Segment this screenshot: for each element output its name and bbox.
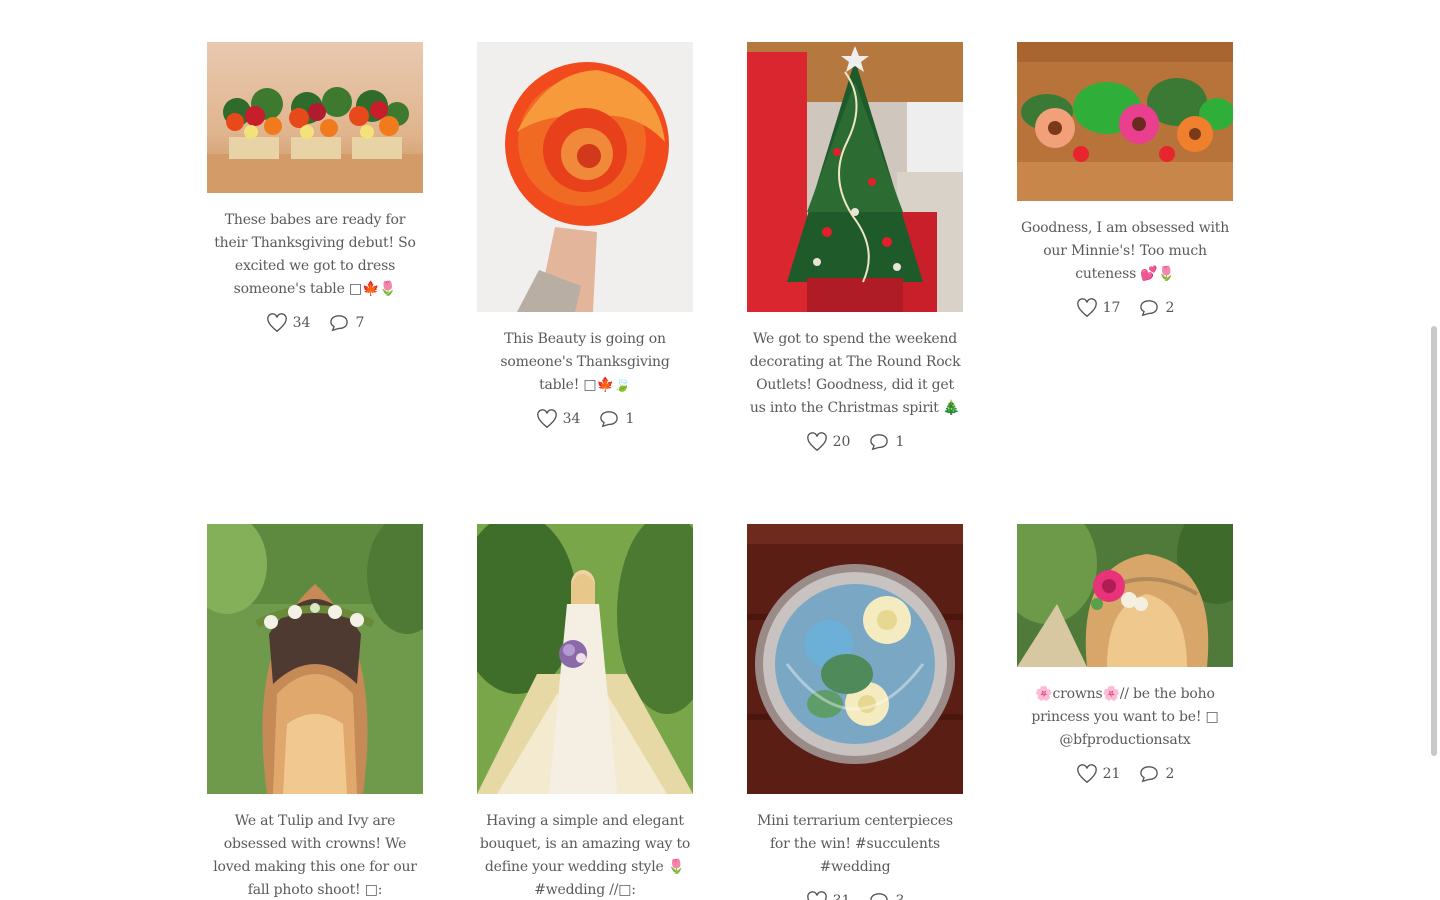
comments-button[interactable]: 1 [868, 433, 904, 451]
likes-count: 21 [1102, 766, 1121, 782]
bride-bouquet-photo[interactable] [477, 524, 693, 794]
likes-button[interactable]: 34 [536, 409, 581, 429]
comment-icon [330, 315, 349, 332]
likes-button[interactable]: 17 [1076, 298, 1121, 318]
post-stats: 17 2 [1017, 298, 1233, 318]
gerbera-arrangement-photo[interactable] [1017, 42, 1233, 201]
scrollbar-thumb[interactable] [1431, 326, 1437, 756]
post-caption: 🌸crowns🌸// be the boho princess you want… [1031, 686, 1219, 748]
post-stats: 31 3 [747, 891, 963, 900]
heart-icon [1076, 764, 1097, 784]
post-caption: These babes are ready for their Thanksgi… [214, 212, 416, 297]
post-stats: 34 1 [477, 409, 693, 429]
comment-icon [1140, 766, 1159, 783]
post-caption: Goodness, I am obsessed with our Minnie'… [1020, 220, 1230, 282]
instagram-feed-page: These babes are ready for their Thanksgi… [0, 0, 1440, 900]
likes-count: 34 [562, 411, 581, 427]
boho-crown-photo[interactable] [1017, 524, 1233, 667]
orange-rose-photo[interactable] [477, 42, 693, 312]
post-stats: 34 7 [207, 313, 423, 333]
post-caption: We got to spend the weekend decorating a… [749, 331, 961, 416]
likes-button[interactable]: 34 [266, 313, 311, 333]
flower-arrangements-photo[interactable] [207, 42, 423, 193]
heart-icon [806, 891, 827, 900]
comments-button[interactable]: 7 [328, 314, 364, 332]
christmas-tree-photo[interactable] [747, 42, 963, 312]
comment-icon [1140, 300, 1159, 317]
post-caption: Having a simple and elegant bouquet, is … [479, 813, 691, 898]
feed-post: We got to spend the weekend decorating a… [747, 42, 963, 452]
post-caption: This Beauty is going on someone's Thanks… [500, 331, 670, 393]
comments-button[interactable]: 1 [598, 410, 634, 428]
comments-count: 2 [1165, 766, 1175, 782]
heart-icon [536, 409, 557, 429]
comments-count: 1 [895, 434, 905, 450]
feed-post: Goodness, I am obsessed with our Minnie'… [1017, 42, 1233, 318]
heart-icon [266, 313, 287, 333]
heart-icon [806, 432, 827, 452]
feed-post: 🌸crowns🌸// be the boho princess you want… [1017, 524, 1233, 784]
likes-button[interactable]: 31 [806, 891, 851, 900]
comment-icon [870, 893, 889, 900]
comments-count: 2 [1165, 300, 1175, 316]
likes-count: 34 [292, 315, 311, 331]
likes-count: 31 [833, 893, 851, 900]
comments-count: 3 [895, 893, 904, 900]
likes-count: 20 [832, 434, 851, 450]
post-stats: 21 2 [1017, 764, 1233, 784]
feed-post: This Beauty is going on someone's Thanks… [477, 42, 693, 429]
comment-icon [600, 411, 619, 428]
flower-crown-photo[interactable] [207, 524, 423, 794]
feed-post: Mini terrarium centerpieces for the win!… [747, 524, 963, 900]
comments-button[interactable]: 2 [1138, 299, 1174, 317]
likes-count: 17 [1102, 300, 1121, 316]
comment-icon [870, 434, 889, 451]
comments-button[interactable]: 2 [1138, 765, 1174, 783]
feed-post: These babes are ready for their Thanksgi… [207, 42, 423, 333]
post-caption: Mini terrarium centerpieces for the win!… [757, 813, 953, 875]
heart-icon [1076, 298, 1097, 318]
comments-button[interactable]: 3 [868, 892, 904, 900]
likes-button[interactable]: 21 [1076, 764, 1121, 784]
feed-post: Having a simple and elegant bouquet, is … [477, 524, 693, 900]
feed-post: We at Tulip and Ivy are obsessed with cr… [207, 524, 423, 900]
likes-button[interactable]: 20 [806, 432, 851, 452]
terrarium-photo[interactable] [747, 524, 963, 794]
comments-count: 7 [355, 315, 365, 331]
post-stats: 20 1 [747, 432, 963, 452]
comments-count: 1 [625, 411, 635, 427]
post-caption: We at Tulip and Ivy are obsessed with cr… [213, 813, 417, 898]
